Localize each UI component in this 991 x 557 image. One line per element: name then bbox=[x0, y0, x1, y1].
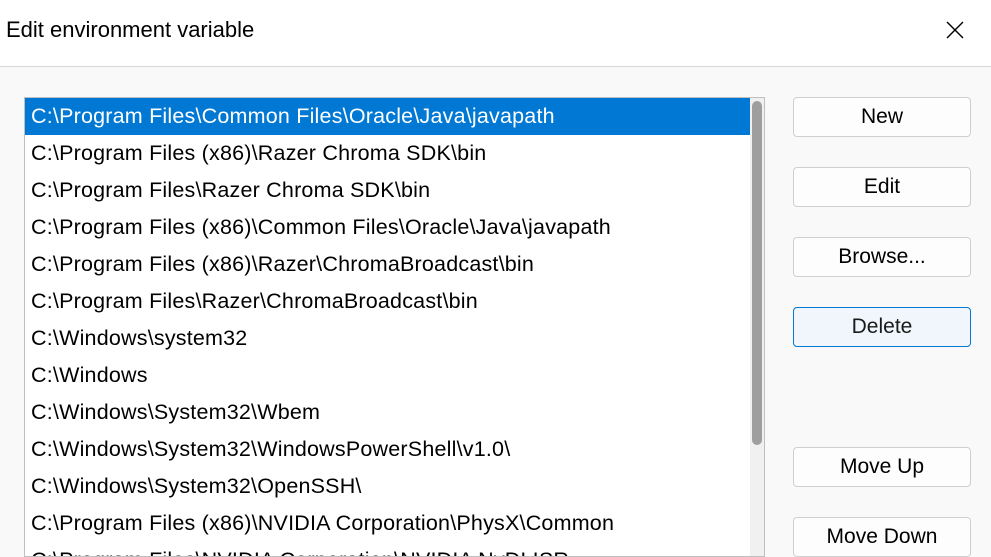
list-item[interactable]: C:\Program Files (x86)\Razer Chroma SDK\… bbox=[25, 135, 750, 172]
list-item[interactable]: C:\Windows\System32\OpenSSH\ bbox=[25, 468, 750, 505]
edit-button[interactable]: Edit bbox=[793, 167, 971, 207]
edit-env-var-dialog: Edit environment variable C:\Program Fil… bbox=[0, 0, 991, 557]
browse-button[interactable]: Browse... bbox=[793, 237, 971, 277]
list-item[interactable]: C:\Program Files (x86)\Razer\ChromaBroad… bbox=[25, 246, 750, 283]
titlebar: Edit environment variable bbox=[0, 0, 991, 66]
action-buttons: New Edit Browse... Delete Move Up Move D… bbox=[793, 97, 971, 557]
close-button[interactable] bbox=[935, 10, 975, 50]
delete-button[interactable]: Delete bbox=[793, 307, 971, 347]
list-item[interactable]: C:\Program Files\NVIDIA Corporation\NVID… bbox=[25, 542, 750, 556]
button-spacer bbox=[793, 377, 971, 417]
close-icon bbox=[946, 21, 964, 39]
scrollbar-thumb[interactable] bbox=[752, 101, 762, 445]
moveup-button[interactable]: Move Up bbox=[793, 447, 971, 487]
dialog-title: Edit environment variable bbox=[6, 17, 254, 43]
list-item[interactable]: C:\Windows bbox=[25, 357, 750, 394]
list-item[interactable]: C:\Windows\System32\WindowsPowerShell\v1… bbox=[25, 431, 750, 468]
list-item[interactable]: C:\Program Files\Razer Chroma SDK\bin bbox=[25, 172, 750, 209]
movedown-button[interactable]: Move Down bbox=[793, 517, 971, 557]
list-item[interactable]: C:\Program Files\Razer\ChromaBroadcast\b… bbox=[25, 283, 750, 320]
dialog-body: C:\Program Files\Common Files\Oracle\Jav… bbox=[0, 67, 991, 557]
new-button[interactable]: New bbox=[793, 97, 971, 137]
scrollbar[interactable] bbox=[750, 98, 764, 556]
list-item[interactable]: C:\Windows\System32\Wbem bbox=[25, 394, 750, 431]
path-list: C:\Program Files\Common Files\Oracle\Jav… bbox=[25, 98, 750, 556]
path-listbox[interactable]: C:\Program Files\Common Files\Oracle\Jav… bbox=[24, 97, 765, 557]
list-item[interactable]: C:\Program Files\Common Files\Oracle\Jav… bbox=[25, 98, 750, 135]
list-item[interactable]: C:\Program Files (x86)\NVIDIA Corporatio… bbox=[25, 505, 750, 542]
list-item[interactable]: C:\Program Files (x86)\Common Files\Orac… bbox=[25, 209, 750, 246]
list-item[interactable]: C:\Windows\system32 bbox=[25, 320, 750, 357]
